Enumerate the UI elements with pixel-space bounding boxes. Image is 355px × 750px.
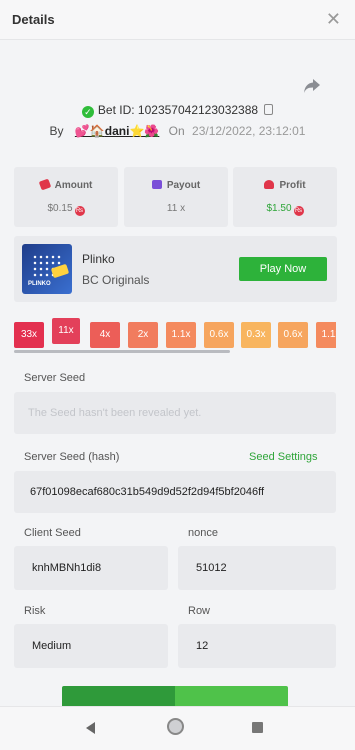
home-icon[interactable] xyxy=(167,718,184,735)
amount-label: Amount xyxy=(54,180,93,191)
multiplier-chip: 0.6x xyxy=(278,322,308,348)
play-now-button[interactable]: Play Now xyxy=(239,257,327,281)
username: dani xyxy=(104,124,130,138)
thumb-label: PLINKO xyxy=(28,281,51,287)
back-icon[interactable] xyxy=(86,722,95,734)
copy-icon[interactable] xyxy=(264,104,274,115)
verified-check-icon: ✓ xyxy=(81,106,94,118)
multiplier-chip: 2x xyxy=(128,322,158,348)
multiplier-chip: 11x xyxy=(52,318,80,344)
multiplier-chip: 1.1x xyxy=(316,322,336,348)
bet-id: Bet ID: 102357042123032388 xyxy=(97,103,259,117)
multiplier-chip: 33x xyxy=(14,322,44,348)
payout-value: 11 x xyxy=(166,203,186,214)
coin-icon: ₨ xyxy=(74,206,85,216)
by-label: By xyxy=(49,124,64,138)
row-label: Row xyxy=(188,605,211,617)
amount-value: $0.15 xyxy=(47,203,73,214)
bet-time: 23/12/2022, 23:12:01 xyxy=(192,124,306,138)
profit-card: Profit $1.50 ₨ xyxy=(233,167,337,227)
multiplier-chip: 4x xyxy=(90,322,120,348)
multiplier-chip: 1.1x xyxy=(166,322,196,348)
android-navbar xyxy=(0,706,355,750)
on-label: On xyxy=(168,124,185,138)
game-card: PLINKO Plinko BC Originals Play Now xyxy=(14,236,337,302)
server-seed-hash-field[interactable]: 67f01098ecaf680c31b549d9d52f2d94f5bf2046… xyxy=(14,471,336,513)
profit-label: Profit xyxy=(279,180,306,191)
multiplier-scrollbar[interactable] xyxy=(14,350,230,353)
multiplier-chip: 0.3x xyxy=(241,322,271,348)
coin-icon: ₨ xyxy=(293,206,304,216)
server-seed-label: Server Seed xyxy=(24,372,86,384)
client-seed-field[interactable]: knhMBNh1di8 xyxy=(14,546,168,590)
bet-details-panel: Details ✕ ✓ Bet ID: 102357042123032388 By… xyxy=(0,0,355,750)
payout-card: Payout 11 x xyxy=(124,167,228,227)
multiplier-strip[interactable]: 33x 11x 4x 2x 1.1x 0.6x 0.3x 0.6x 1.1x xyxy=(14,318,336,348)
nonce-label: nonce xyxy=(188,527,218,539)
seed-settings-link[interactable]: Seed Settings xyxy=(249,451,318,463)
risk-field[interactable]: Medium xyxy=(14,624,168,668)
close-icon[interactable]: ✕ xyxy=(326,9,341,30)
server-seed-hash-label: Server Seed (hash) xyxy=(24,451,120,463)
recent-apps-icon[interactable] xyxy=(252,722,263,733)
risk-label: Risk xyxy=(24,605,46,617)
row-field[interactable]: 12 xyxy=(178,624,336,668)
page-title: Details xyxy=(12,12,55,27)
by-line: By 💕🏠dani⭐🌺 On 23/12/2022, 23:12:01 xyxy=(0,124,355,138)
username-link[interactable]: 💕🏠dani⭐🌺 xyxy=(75,124,159,138)
header: Details ✕ xyxy=(0,0,355,40)
game-name: Plinko xyxy=(82,252,115,266)
profit-icon xyxy=(264,180,275,189)
bet-id-line: ✓ Bet ID: 102357042123032388 xyxy=(0,103,355,118)
payout-icon xyxy=(151,180,162,189)
plinko-thumbnail[interactable]: PLINKO xyxy=(22,244,72,294)
share-icon[interactable] xyxy=(303,78,321,94)
multiplier-chip: 0.6x xyxy=(204,322,234,348)
server-seed-field: The Seed hasn't been revealed yet. xyxy=(14,392,336,434)
profit-value: $1.50 xyxy=(266,203,292,214)
game-provider: BC Originals xyxy=(82,273,150,287)
user-emoji-left: 💕🏠 xyxy=(74,124,105,138)
payout-label: Payout xyxy=(166,180,201,191)
client-seed-label: Client Seed xyxy=(24,527,81,539)
amount-card: Amount $0.15 ₨ xyxy=(14,167,118,227)
nonce-field[interactable]: 51012 xyxy=(178,546,336,590)
user-emoji-right: ⭐🌺 xyxy=(129,124,160,138)
amount-icon xyxy=(38,178,51,191)
